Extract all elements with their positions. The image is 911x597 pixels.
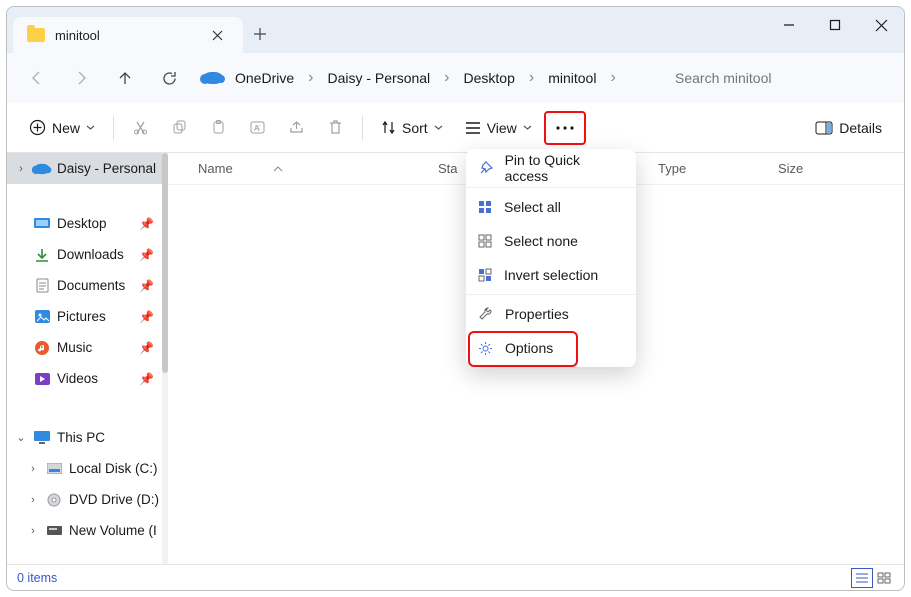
sidebar-item-label: Daisy - Personal (57, 161, 156, 176)
sidebar-item-downloads[interactable]: Downloads📌 (7, 239, 162, 270)
chevron-right-icon[interactable]: › (15, 163, 27, 175)
breadcrumb-root[interactable]: OneDrive (225, 64, 304, 92)
column-header-name[interactable]: Name (198, 161, 438, 176)
sidebar-item-drive[interactable]: ›DVD Drive (D:) (7, 484, 162, 515)
chevron-right-icon[interactable]: › (608, 69, 617, 87)
menu-item-pin-quick-access[interactable]: Pin to Quick access (466, 151, 636, 185)
onedrive-icon (203, 72, 223, 84)
sidebar-item-drive[interactable]: ›New Volume (I (7, 515, 162, 546)
menu-item-options[interactable]: Options (466, 331, 636, 365)
more-options-menu: Pin to Quick access Select all Select no… (466, 149, 636, 367)
tab-title: minitool (55, 28, 195, 43)
onedrive-icon (33, 163, 51, 175)
file-explorer-window: minitool OneDrive › Daisy - Personal › D… (6, 6, 905, 591)
window-controls (766, 7, 904, 43)
menu-item-select-none[interactable]: Select none (466, 224, 636, 258)
pin-icon: 📌 (139, 248, 154, 262)
folder-icon (27, 28, 45, 42)
command-toolbar: New A Sort View Details (7, 103, 904, 153)
up-button[interactable] (105, 61, 145, 95)
separator (362, 116, 363, 140)
paste-button[interactable] (200, 111, 237, 145)
navigation-sidebar: › Daisy - Personal Desktop📌 Downloads📌 D… (7, 153, 162, 564)
chevron-right-icon[interactable]: › (527, 69, 536, 87)
separator (113, 116, 114, 140)
pin-icon: 📌 (139, 279, 154, 293)
chevron-right-icon[interactable]: › (442, 69, 451, 87)
refresh-button[interactable] (149, 61, 189, 95)
view-button[interactable]: View (455, 111, 542, 145)
column-header-size[interactable]: Size (778, 161, 858, 176)
sidebar-item-videos[interactable]: Videos📌 (7, 363, 162, 394)
pin-icon: 📌 (139, 372, 154, 386)
sidebar-item-drive[interactable]: ›Local Disk (C:) (7, 453, 162, 484)
rename-button[interactable]: A (239, 111, 276, 145)
svg-text:A: A (254, 124, 260, 133)
chevron-down-icon[interactable]: ⌄ (15, 431, 27, 444)
new-tab-button[interactable] (243, 17, 277, 51)
share-button[interactable] (278, 111, 315, 145)
back-button[interactable] (17, 61, 57, 95)
sort-button[interactable]: Sort (371, 111, 453, 145)
sidebar-item-music[interactable]: Music📌 (7, 332, 162, 363)
pin-icon: 📌 (139, 217, 154, 231)
close-window-button[interactable] (858, 7, 904, 43)
item-count: 0 items (17, 571, 57, 585)
chevron-down-icon (434, 123, 443, 132)
breadcrumb: OneDrive › Daisy - Personal › Desktop › … (193, 64, 660, 92)
sidebar-item-pictures[interactable]: Pictures📌 (7, 301, 162, 332)
sidebar-item-desktop[interactable]: Desktop📌 (7, 208, 162, 239)
menu-item-select-all[interactable]: Select all (466, 190, 636, 224)
details-pane-button[interactable]: Details (805, 111, 892, 145)
pin-icon: 📌 (139, 341, 154, 355)
thumbnails-view-button[interactable] (874, 569, 894, 587)
chevron-down-icon (523, 123, 532, 132)
new-button[interactable]: New (19, 111, 105, 145)
sidebar-item-documents[interactable]: Documents📌 (7, 270, 162, 301)
cut-button[interactable] (122, 111, 159, 145)
active-tab[interactable]: minitool (13, 17, 243, 53)
gear-icon (478, 341, 493, 356)
sort-up-icon (273, 166, 283, 172)
close-tab-button[interactable] (205, 23, 229, 47)
delete-button[interactable] (317, 111, 354, 145)
sidebar-item-this-pc[interactable]: ⌄This PC (7, 422, 162, 453)
ellipsis-icon (556, 126, 574, 130)
menu-separator (466, 294, 636, 295)
search-input[interactable] (664, 61, 894, 95)
menu-separator (466, 187, 636, 188)
forward-button[interactable] (61, 61, 101, 95)
pin-icon: 📌 (139, 310, 154, 324)
sidebar-item-onedrive[interactable]: › Daisy - Personal (7, 153, 162, 184)
content-area: Name Sta Type Size Pin to Quick access S… (168, 153, 904, 564)
copy-button[interactable] (161, 111, 198, 145)
titlebar: minitool (7, 7, 904, 53)
details-view-button[interactable] (852, 569, 872, 587)
minimize-button[interactable] (766, 7, 812, 43)
navigation-bar: OneDrive › Daisy - Personal › Desktop › … (7, 53, 904, 103)
menu-item-properties[interactable]: Properties (466, 297, 636, 331)
status-bar: 0 items (7, 564, 904, 590)
body: › Daisy - Personal Desktop📌 Downloads📌 D… (7, 153, 904, 564)
column-header-type[interactable]: Type (658, 161, 778, 176)
breadcrumb-item[interactable]: Daisy - Personal (317, 64, 440, 92)
menu-item-invert-selection[interactable]: Invert selection (466, 258, 636, 292)
breadcrumb-item[interactable]: minitool (538, 64, 606, 92)
chevron-down-icon (86, 123, 95, 132)
maximize-button[interactable] (812, 7, 858, 43)
more-button[interactable] (544, 111, 586, 145)
chevron-right-icon[interactable]: › (306, 69, 315, 87)
breadcrumb-item[interactable]: Desktop (454, 64, 525, 92)
